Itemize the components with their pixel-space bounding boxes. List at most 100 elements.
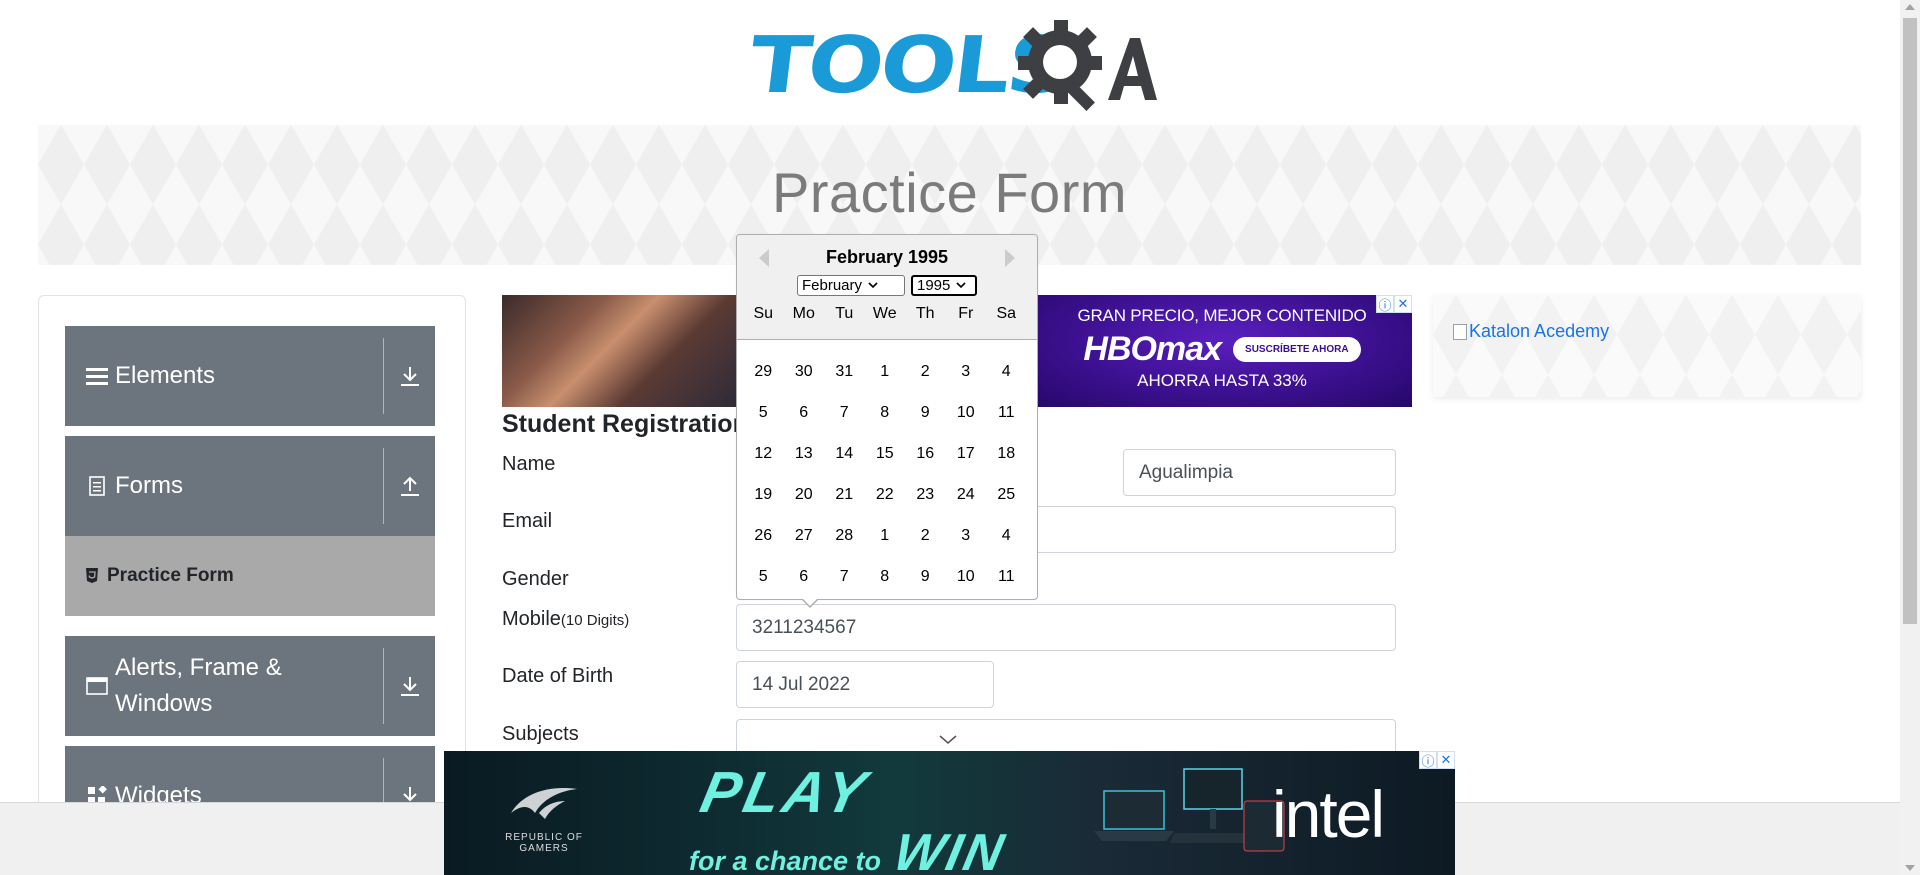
current-month: February 1995 (825, 247, 949, 267)
upload-icon[interactable] (385, 436, 435, 536)
calendar-day[interactable]: 31 (824, 363, 865, 381)
broken-image-icon (1453, 323, 1467, 340)
sidebar-item-label: Practice Form (107, 565, 234, 586)
rog-eye-icon (511, 788, 577, 819)
sidebar-item-practice-form[interactable]: Practice Form (65, 536, 435, 616)
hbo-max-ad[interactable]: GRAN PRECIO, MEJOR CONTENIDO HBOmax SUSC… (1032, 295, 1412, 407)
calendar-day[interactable]: 4 (986, 363, 1027, 381)
calendar-day[interactable]: 19 (743, 486, 784, 504)
calendar-day[interactable]: 10 (946, 568, 987, 586)
sidebar-group-alerts[interactable]: Alerts, Frame & Windows (65, 636, 435, 736)
ad-close-icon[interactable]: ✕ (1437, 751, 1455, 769)
ad-close-icon[interactable]: ✕ (1394, 295, 1412, 313)
calendar-day[interactable]: 10 (946, 404, 987, 422)
sidebar-group-forms[interactable]: Forms (65, 436, 435, 536)
calendar-day[interactable]: 23 (905, 486, 946, 504)
dob-label: Date of Birth (502, 665, 614, 687)
intel-rog-ad[interactable]: REPUBLIC OF GAMERS PLAY for a chance to … (444, 751, 1455, 875)
year-select[interactable]: 1995 (911, 275, 977, 296)
calendar-day[interactable]: 11 (986, 568, 1027, 586)
page-scrollbar[interactable] (1900, 0, 1920, 875)
calendar-day[interactable]: 25 (986, 486, 1027, 504)
toolsqa-logo[interactable]: TOOLS (745, 18, 1157, 114)
calendar-day[interactable]: 24 (946, 486, 987, 504)
calendar-day[interactable]: 2 (905, 527, 946, 545)
ad-info-icon[interactable]: ⓘ (1419, 751, 1437, 769)
calendar-day[interactable]: 30 (784, 363, 825, 381)
ad-photo (502, 295, 742, 407)
calendar-day[interactable]: 22 (865, 486, 906, 504)
calendar-day[interactable]: 3 (946, 527, 987, 545)
page: TOOLS Practice Form Elements Forms Pract… (0, 0, 1920, 875)
scroll-down-icon[interactable] (1905, 865, 1915, 871)
sidebar-group-label: Alerts, Frame & Windows (115, 654, 282, 717)
month-select-value: February (802, 277, 863, 294)
ad-offer: AHORRA HASTA 33% (1137, 371, 1307, 390)
calendar-day[interactable]: 11 (986, 404, 1027, 422)
download-icon[interactable] (385, 636, 435, 736)
katalon-link[interactable]: Katalon Acedemy (1453, 321, 1609, 342)
calendar-day[interactable]: 7 (824, 568, 865, 586)
hamburger-icon (83, 367, 111, 385)
calendar-day[interactable]: 9 (905, 568, 946, 586)
calendar-day[interactable]: 21 (824, 486, 865, 504)
last-name-input[interactable]: Agualimpia (1123, 449, 1396, 496)
sidebar-group-elements[interactable]: Elements (65, 326, 435, 426)
month-select[interactable]: February (797, 275, 905, 296)
calendar-day[interactable]: 9 (905, 404, 946, 422)
katalon-ad[interactable]: Katalon Acedemy (1433, 295, 1861, 397)
document-icon (83, 476, 111, 496)
ad-play-text: PLAY (695, 760, 876, 825)
chevron-down-icon (939, 735, 957, 744)
calendar-day[interactable]: 27 (784, 527, 825, 545)
calendar-day[interactable]: 17 (946, 445, 987, 463)
date-of-birth-input[interactable]: 14 Jul 2022 (736, 661, 994, 708)
mobile-input[interactable]: 3211234567 (736, 604, 1396, 651)
calendar-day[interactable]: 8 (865, 568, 906, 586)
calendar-day[interactable]: 1 (865, 527, 906, 545)
download-icon[interactable] (385, 326, 435, 426)
mobile-label: Mobile(10 Digits) (502, 608, 629, 631)
rog-text: REPUBLIC OF GAMERS (505, 832, 583, 854)
next-month-icon[interactable] (1005, 249, 1015, 267)
ad-fine-print (1032, 397, 1412, 403)
calendar-day[interactable]: 4 (986, 527, 1027, 545)
ad-info-icon[interactable]: ⓘ (1376, 295, 1394, 313)
mobile-hint: (10 Digits) (560, 612, 630, 629)
scroll-up-icon[interactable] (1905, 4, 1915, 10)
calendar-day[interactable]: 5 (743, 404, 784, 422)
calendar-week: 26 27 28 1 2 3 4 (743, 515, 1031, 556)
calendar-day[interactable]: 15 (865, 445, 906, 463)
calendar-day[interactable]: 26 (743, 527, 784, 545)
calendar-day[interactable]: 2 (905, 363, 946, 381)
divider (383, 338, 384, 414)
scroll-thumb[interactable] (1903, 18, 1917, 624)
ad-headline: GRAN PRECIO, MEJOR CONTENIDO (1077, 306, 1367, 325)
calendar-day[interactable]: 29 (743, 363, 784, 381)
year-select-value: 1995 (917, 277, 951, 294)
calendar-day[interactable]: 8 (865, 404, 906, 422)
sidebar: Elements Forms Practice Form Alerts, Fra… (38, 295, 466, 855)
ad-controls: ⓘ ✕ (1419, 751, 1455, 769)
calendar-day[interactable]: 7 (824, 404, 865, 422)
calendar-day[interactable]: 6 (784, 568, 825, 586)
weekday: Th (915, 305, 935, 322)
calendar-day[interactable]: 3 (946, 363, 987, 381)
mobile-label-text: Mobile (502, 608, 561, 630)
ad-win-text: WIN (888, 824, 1012, 875)
calendar-day[interactable]: 14 (824, 445, 865, 463)
chevron-down-icon (956, 282, 966, 289)
calendar-day[interactable]: 18 (986, 445, 1027, 463)
calendar-day[interactable]: 16 (905, 445, 946, 463)
calendar-day[interactable]: 6 (784, 404, 825, 422)
calendar-day[interactable]: 5 (743, 568, 784, 586)
date-picker[interactable]: February 1995 February 1995 Su Mo Tu We … (736, 234, 1038, 608)
calendar-day[interactable]: 20 (784, 486, 825, 504)
calendar-day[interactable]: 12 (743, 445, 784, 463)
calendar-day[interactable]: 1 (865, 363, 906, 381)
ad-subscribe-button[interactable]: SUSCRÍBETE AHORA (1233, 337, 1361, 362)
email-label: Email (502, 510, 553, 532)
calendar-day[interactable]: 28 (824, 527, 865, 545)
chevron-down-icon (868, 282, 878, 289)
calendar-day[interactable]: 13 (784, 445, 825, 463)
